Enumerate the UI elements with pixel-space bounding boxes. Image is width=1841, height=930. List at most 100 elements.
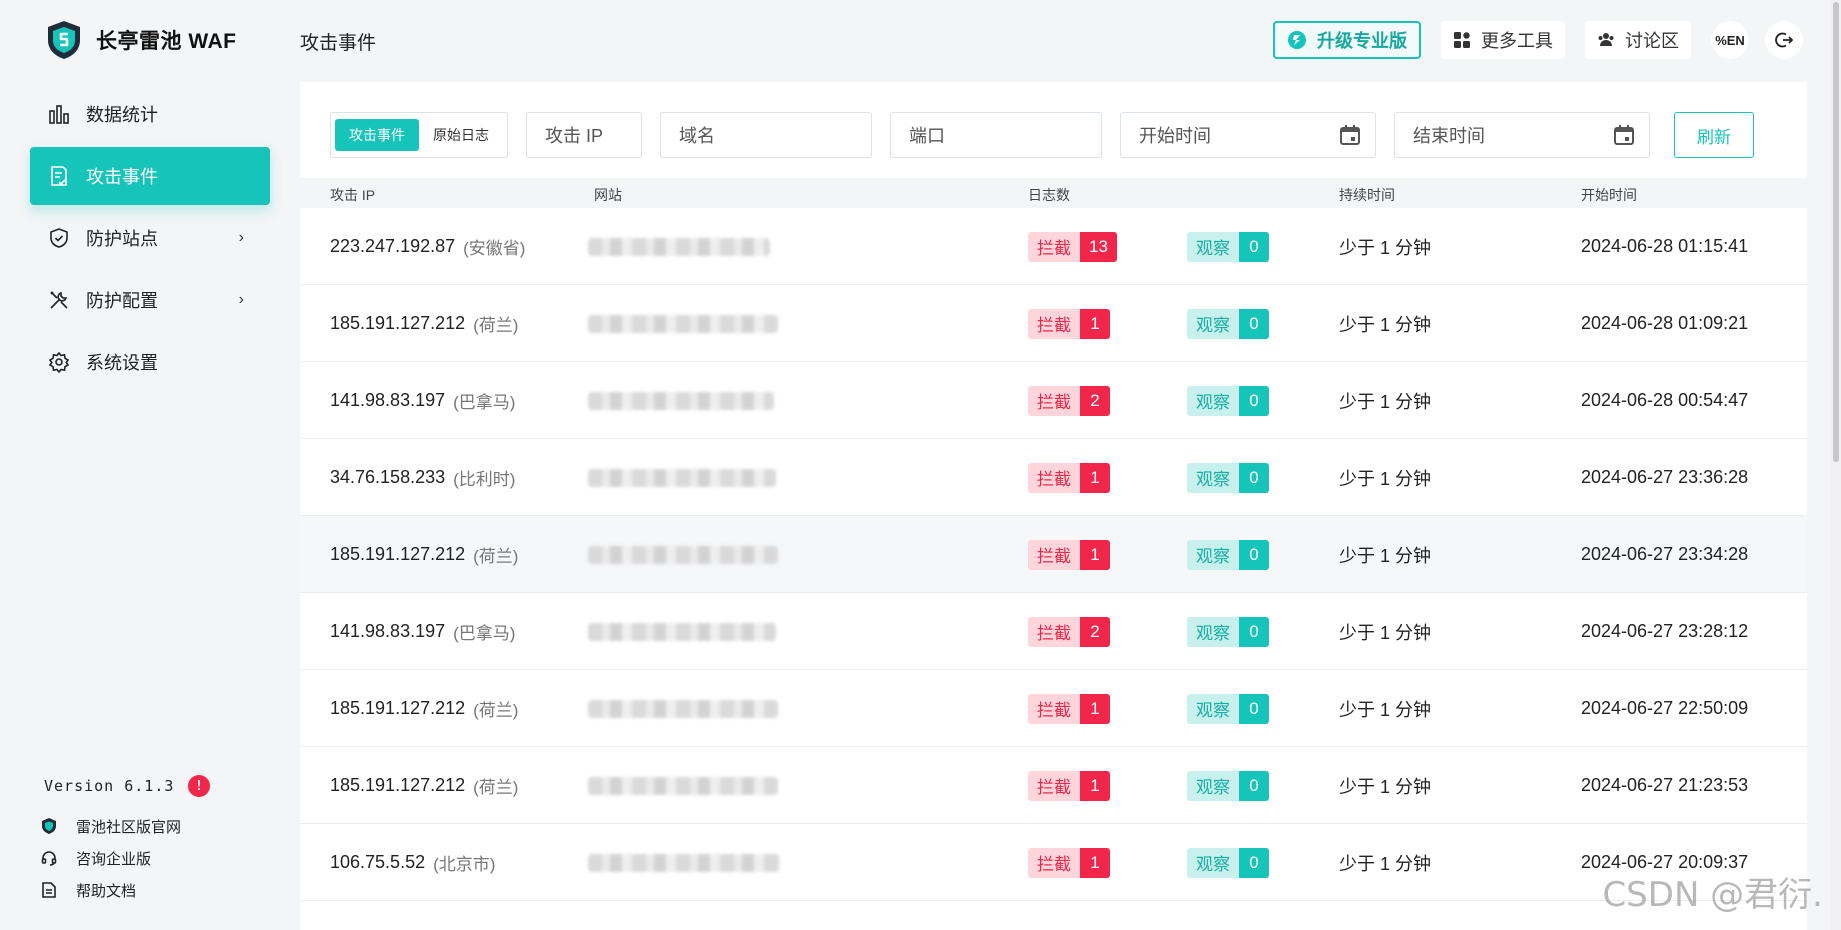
update-alert-icon[interactable]: ! (188, 775, 211, 797)
logout-icon (1775, 32, 1793, 48)
ip-location: (巴拿马) (453, 393, 516, 412)
website-cell[interactable] (588, 208, 770, 285)
ip-location: (比利时) (453, 470, 516, 489)
community-site-link[interactable]: 雷池社区版官网 (40, 810, 181, 842)
logout-button[interactable] (1765, 21, 1803, 59)
attack-ip[interactable]: 106.75.5.52 (330, 852, 425, 873)
watch-count: 0 (1239, 539, 1269, 570)
attack-ip-cell[interactable]: 185.191.127.212 (荷兰) (330, 516, 518, 593)
version-text: Version 6.1.3 (44, 777, 175, 795)
website-cell[interactable] (588, 362, 774, 439)
website-cell[interactable] (588, 747, 778, 824)
page-scrollbar[interactable] (1831, 0, 1841, 930)
attack-ip[interactable]: 223.247.192.87 (330, 236, 455, 257)
redacted-website (588, 391, 774, 410)
watermark: CSDN @君衍. (1602, 875, 1823, 915)
attack-ip[interactable]: 34.76.158.233 (330, 467, 445, 488)
block-label: 拦截 (1028, 847, 1080, 878)
watch-label: 观察 (1187, 308, 1239, 339)
sidebar-item-attack-events[interactable]: 攻击事件 (30, 147, 270, 205)
gear-icon (48, 351, 70, 373)
upgrade-button[interactable]: 升级专业版 (1273, 21, 1421, 59)
watch-count: 0 (1239, 770, 1269, 801)
forum-label: 讨论区 (1625, 31, 1679, 51)
table-row[interactable]: 185.191.127.212 (荷兰) 拦截 1 观察 0 少于 1 分钟 2024-06-… (300, 285, 1807, 362)
tab-attack-events[interactable]: 攻击事件 (335, 119, 419, 151)
attack-ip-cell[interactable]: 141.98.83.197 (巴拿马) (330, 362, 515, 439)
enterprise-consult-link[interactable]: 咨询企业版 (40, 842, 181, 874)
version-info: Version 6.1.3 ! (44, 775, 211, 797)
start-time-cell: 2024-06-27 23:28:12 (1581, 621, 1749, 641)
sidebar-item-protection-config[interactable]: 防护配置 › (30, 271, 270, 329)
table-row[interactable]: 185.191.127.212 (荷兰) 拦截 1 观察 0 少于 1 分钟 2024-06-… (300, 516, 1807, 593)
table-row[interactable]: 185.191.127.212 (荷兰) 拦截 1 观察 0 少于 1 分钟 2024-06-… (300, 670, 1807, 747)
attack-ip[interactable]: 141.98.83.197 (330, 621, 445, 642)
website-cell[interactable] (588, 670, 778, 747)
port-input[interactable]: 端口 (890, 112, 1102, 158)
website-cell[interactable] (588, 516, 778, 593)
app-logo[interactable]: 长亭雷池 WAF (46, 20, 237, 60)
watch-count: 0 (1239, 693, 1269, 724)
watch-label: 观察 (1187, 462, 1239, 493)
attack-ip-cell[interactable]: 106.75.5.52 (北京市) (330, 824, 495, 901)
website-cell[interactable] (588, 593, 776, 670)
attack-ip-cell[interactable]: 223.247.192.87 (安徽省) (330, 208, 525, 285)
help-docs-link[interactable]: 帮助文档 (40, 874, 181, 906)
more-tools-button[interactable]: 更多工具 (1441, 21, 1565, 59)
redacted-website (588, 622, 776, 641)
attack-ip[interactable]: 185.191.127.212 (330, 544, 465, 565)
watch-label: 观察 (1187, 539, 1239, 570)
tab-raw-logs[interactable]: 原始日志 (419, 119, 503, 151)
translate-icon: %EN (1715, 32, 1745, 48)
table-row[interactable]: 106.75.5.52 (北京市) 拦截 1 观察 0 少于 1 分钟 2024-06-27 … (300, 824, 1807, 901)
sidebar: 长亭雷池 WAF 数据统计 攻击事件 防护站点 › 防护配置 › 系统设置 Ve… (0, 0, 300, 930)
duration-cell: 少于 1 分钟 (1339, 468, 1432, 489)
table-row[interactable]: 141.98.83.197 (巴拿马) 拦截 2 观察 0 少于 1 分钟 2024-06-2… (300, 593, 1807, 670)
table-row[interactable]: 223.247.192.87 (安徽省) 拦截 13 观察 0 少于 1 分钟 2024-06… (300, 208, 1807, 285)
start-time-cell: 2024-06-27 21:23:53 (1581, 775, 1749, 795)
end-time-placeholder: 结束时间 (1413, 126, 1485, 146)
watch-label: 观察 (1187, 693, 1239, 724)
start-time-input[interactable]: 开始时间 (1120, 112, 1376, 158)
table-row[interactable]: 141.98.83.197 (巴拿马) 拦截 2 观察 0 少于 1 分钟 2024-06-2… (300, 362, 1807, 439)
watch-count-tag: 观察 0 (1187, 747, 1269, 824)
attack-ip-cell[interactable]: 185.191.127.212 (荷兰) (330, 285, 518, 362)
top-actions: 升级专业版 更多工具 讨论区 %EN (1273, 21, 1803, 59)
redacted-website (588, 468, 776, 487)
attack-ip-input[interactable]: 攻击 IP (526, 112, 642, 158)
watch-label: 观察 (1187, 231, 1239, 262)
domain-input[interactable]: 域名 (660, 112, 872, 158)
start-time-cell: 2024-06-27 23:36:28 (1581, 467, 1749, 487)
sidebar-item-label: 数据统计 (86, 105, 158, 125)
attack-ip[interactable]: 185.191.127.212 (330, 313, 465, 334)
table-row[interactable]: 34.76.158.233 (比利时) 拦截 1 观察 0 少于 1 分钟 2024-06-2… (300, 439, 1807, 516)
watch-label: 观察 (1187, 770, 1239, 801)
calendar-icon (1614, 125, 1634, 145)
end-time-input[interactable]: 结束时间 (1394, 112, 1650, 158)
forum-button[interactable]: 讨论区 (1585, 21, 1691, 59)
attack-ip[interactable]: 141.98.83.197 (330, 390, 445, 411)
filter-bar: 攻击事件 原始日志 攻击 IP 域名 端口 开始时间 结束时间 刷新 (330, 112, 1754, 158)
watch-count: 0 (1239, 616, 1269, 647)
website-cell[interactable] (588, 824, 780, 901)
sidebar-item-system-settings[interactable]: 系统设置 (30, 333, 270, 391)
watch-count: 0 (1239, 385, 1269, 416)
block-count-tag: 拦截 2 (1028, 362, 1110, 439)
redacted-website (588, 545, 778, 564)
scrollbar-thumb[interactable] (1833, 2, 1839, 462)
website-cell[interactable] (588, 285, 778, 362)
attack-ip-cell[interactable]: 141.98.83.197 (巴拿马) (330, 593, 515, 670)
sidebar-item-statistics[interactable]: 数据统计 (30, 85, 270, 143)
website-cell[interactable] (588, 439, 776, 516)
sidebar-item-protected-sites[interactable]: 防护站点 › (30, 209, 270, 267)
attack-ip[interactable]: 185.191.127.212 (330, 775, 465, 796)
attack-ip-cell[interactable]: 185.191.127.212 (荷兰) (330, 747, 518, 824)
table-row[interactable]: 185.191.127.212 (荷兰) 拦截 1 观察 0 少于 1 分钟 2024-06-… (300, 747, 1807, 824)
block-count: 1 (1080, 462, 1110, 493)
language-switch-button[interactable]: %EN (1711, 21, 1749, 59)
attack-ip[interactable]: 185.191.127.212 (330, 698, 465, 719)
block-count-tag: 拦截 1 (1028, 747, 1110, 824)
attack-ip-cell[interactable]: 34.76.158.233 (比利时) (330, 439, 515, 516)
refresh-button[interactable]: 刷新 (1674, 112, 1754, 158)
attack-ip-cell[interactable]: 185.191.127.212 (荷兰) (330, 670, 518, 747)
